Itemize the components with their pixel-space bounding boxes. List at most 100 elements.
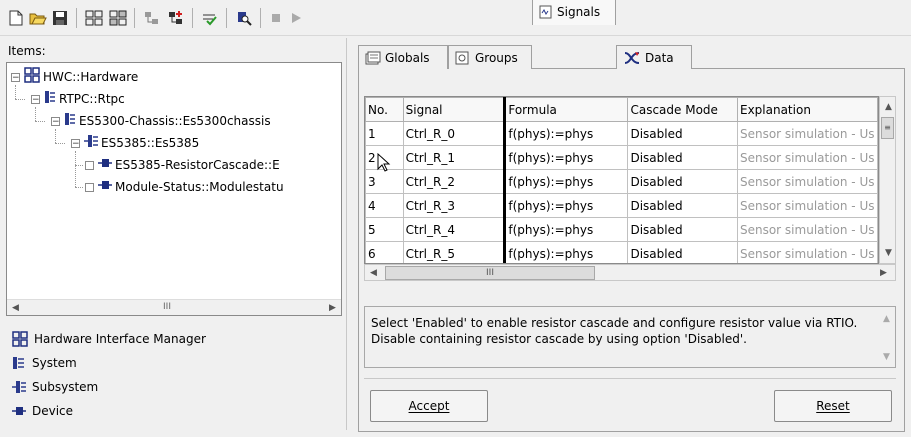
cell-formula[interactable]: f(phys):=phys [503, 121, 629, 146]
collapse-icon[interactable]: − [51, 116, 60, 126]
table-row[interactable]: 2 Ctrl_R_1 f(phys):=phys Disabled Sensor… [365, 145, 878, 170]
tree-node-checkbox[interactable] [85, 160, 94, 170]
ungroup-icon[interactable] [108, 8, 128, 28]
cell-cascade-mode[interactable]: Disabled [627, 241, 738, 263]
add-child-icon[interactable] [166, 8, 186, 28]
scroll-right-icon[interactable]: ▶ [875, 265, 892, 281]
device-icon [98, 157, 112, 173]
tab-groups[interactable]: Groups [448, 45, 532, 69]
cell-cascade-mode[interactable]: Disabled [627, 145, 738, 170]
cell-signal[interactable]: Ctrl_R_4 [402, 217, 506, 242]
signals-table[interactable]: No. Signal Formula Cascade Mode Explanat… [364, 96, 879, 264]
scroll-left-icon[interactable]: ◀ [365, 265, 382, 281]
description-vertical-scrollbar[interactable]: ▲ ▼ [878, 307, 895, 367]
legend-system: System [12, 354, 77, 372]
tab-data[interactable]: Data [616, 45, 692, 69]
tree-node-label: HWC::Hardware [43, 70, 139, 84]
open-icon[interactable] [28, 8, 48, 28]
hardware-interface-icon [12, 331, 28, 347]
description-box[interactable]: Select 'Enabled' to enable resistor casc… [364, 306, 896, 368]
collapse-icon[interactable]: − [11, 72, 20, 82]
tree-node-es5300-chassis[interactable]: − ES5300-Chassis::Es5300chassis [51, 113, 271, 129]
subsystem-icon [84, 134, 98, 152]
cell-cascade-mode[interactable]: Disabled [627, 217, 738, 242]
hardware-tree[interactable]: − HWC::Hardware − RTPC::Rtpc − ES5300-Ch… [6, 62, 342, 316]
collapse-icon[interactable]: − [31, 94, 40, 104]
table-row[interactable]: 5 Ctrl_R_4 f(phys):=phys Disabled Sensor… [365, 217, 878, 242]
cell-explanation[interactable]: Sensor simulation - Us [736, 121, 878, 146]
tab-signals[interactable]: Signals [532, 0, 616, 25]
play-icon[interactable] [286, 8, 306, 28]
cell-formula[interactable]: f(phys):=phys [503, 217, 629, 242]
device-icon [98, 179, 112, 195]
legend-label: Hardware Interface Manager [34, 332, 206, 346]
column-header-explanation[interactable]: Explanation [736, 97, 878, 122]
cell-signal[interactable]: Ctrl_R_1 [402, 145, 506, 170]
cell-explanation[interactable]: Sensor simulation - Us [736, 169, 878, 194]
save-icon[interactable] [50, 8, 70, 28]
tree-node-label: ES5385-ResistorCascade::E [115, 158, 280, 172]
scroll-up-icon[interactable]: ▲ [878, 311, 895, 327]
table-vertical-scrollbar[interactable]: ▲ ≡ ▼ [879, 96, 896, 264]
pane-splitter[interactable] [346, 38, 349, 430]
add-node-icon[interactable] [142, 8, 162, 28]
column-header-formula[interactable]: Formula [503, 97, 629, 122]
table-row[interactable]: 6 Ctrl_R_5 f(phys):=phys Disabled Sensor… [365, 241, 878, 263]
scroll-left-icon[interactable]: ◀ [7, 300, 24, 315]
cell-no[interactable]: 3 [365, 169, 404, 194]
collapse-icon[interactable]: − [71, 138, 80, 148]
group-icon[interactable] [84, 8, 104, 28]
tree-node-hardware[interactable]: − HWC::Hardware [11, 67, 139, 85]
reset-button[interactable]: Reset [774, 390, 892, 422]
cell-cascade-mode[interactable]: Disabled [627, 121, 738, 146]
cell-no[interactable]: 4 [365, 193, 404, 218]
cell-cascade-mode[interactable]: Disabled [627, 193, 738, 218]
tree-node-module-status[interactable]: Module-Status::Modulestatu [85, 179, 284, 195]
cell-no[interactable]: 1 [365, 121, 404, 146]
cell-explanation[interactable]: Sensor simulation - Us [736, 145, 878, 170]
cell-explanation[interactable]: Sensor simulation - Us [736, 241, 878, 263]
cell-signal[interactable]: Ctrl_R_2 [402, 169, 506, 194]
cell-explanation[interactable]: Sensor simulation - Us [736, 217, 878, 242]
tree-node-checkbox[interactable] [85, 182, 94, 192]
check-icon[interactable] [200, 8, 220, 28]
scroll-grip-icon[interactable]: ≡ [881, 117, 894, 139]
scroll-grip-icon[interactable]: III [147, 303, 187, 313]
cell-formula[interactable]: f(phys):=phys [503, 241, 629, 263]
cell-signal[interactable]: Ctrl_R_5 [402, 241, 506, 263]
column-header-signal[interactable]: Signal [402, 97, 506, 122]
cell-formula[interactable]: f(phys):=phys [503, 145, 629, 170]
accept-button[interactable]: Accept [370, 390, 488, 422]
column-header-no[interactable]: No. [365, 97, 404, 122]
scroll-up-icon[interactable]: ▲ [880, 99, 897, 115]
cell-signal[interactable]: Ctrl_R_3 [402, 193, 506, 218]
tree-node-resistor-cascade[interactable]: ES5385-ResistorCascade::E [85, 157, 280, 173]
data-icon [624, 51, 640, 64]
column-header-cascade-mode[interactable]: Cascade Mode [627, 97, 738, 122]
stop-icon[interactable] [266, 8, 286, 28]
cell-signal[interactable]: Ctrl_R_0 [402, 121, 506, 146]
tree-node-rtpc[interactable]: − RTPC::Rtpc [31, 91, 125, 107]
search-icon[interactable] [234, 8, 254, 28]
table-row[interactable]: 4 Ctrl_R_3 f(phys):=phys Disabled Sensor… [365, 193, 878, 218]
scroll-down-icon[interactable]: ▼ [878, 349, 895, 365]
system-icon [64, 112, 76, 130]
tree-node-label: RTPC::Rtpc [59, 92, 125, 106]
scroll-right-icon[interactable]: ▶ [324, 300, 341, 315]
cell-cascade-mode[interactable]: Disabled [627, 169, 738, 194]
tree-node-es5385[interactable]: − ES5385::Es5385 [71, 135, 199, 151]
cell-no[interactable]: 6 [365, 241, 404, 263]
cell-formula[interactable]: f(phys):=phys [503, 169, 629, 194]
table-horizontal-scrollbar[interactable]: ◀ III ▶ [364, 264, 896, 281]
new-icon[interactable] [6, 8, 26, 28]
table-row[interactable]: 3 Ctrl_R_2 f(phys):=phys Disabled Sensor… [365, 169, 878, 194]
scroll-down-icon[interactable]: ▼ [880, 245, 897, 261]
cell-no[interactable]: 5 [365, 217, 404, 242]
divider [364, 378, 896, 379]
cell-formula[interactable]: f(phys):=phys [503, 193, 629, 218]
table-row[interactable]: 1 Ctrl_R_0 f(phys):=phys Disabled Sensor… [365, 121, 878, 146]
cell-explanation[interactable]: Sensor simulation - Us [736, 193, 878, 218]
tree-horizontal-scrollbar[interactable]: ◀ III ▶ [7, 299, 341, 315]
tab-globals[interactable]: Globals [358, 45, 448, 69]
scroll-grip-icon[interactable]: III [385, 266, 595, 280]
